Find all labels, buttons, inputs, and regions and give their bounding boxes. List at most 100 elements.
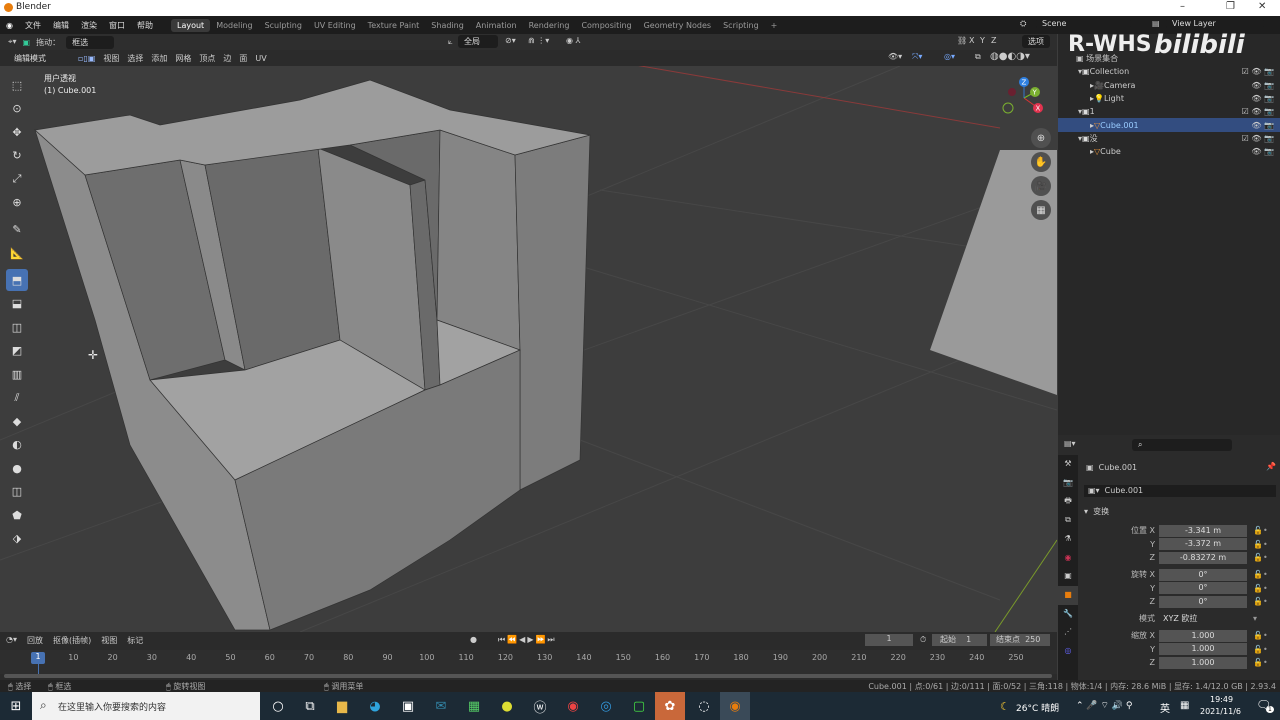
timeline-editor-icon[interactable]: ◔▾ (6, 635, 17, 646)
gizmo-y[interactable]: Y (1032, 89, 1038, 97)
tool-spin-icon[interactable]: ◐ (6, 434, 28, 456)
menu-render[interactable]: 渲染 (75, 20, 103, 31)
lock-icon[interactable]: 🔓• (1253, 658, 1268, 667)
zoom-icon[interactable]: ⊕ (1031, 128, 1051, 148)
windows-start-icon[interactable]: ⊞ (4, 694, 28, 718)
visibility-toggle-icon[interactable]: 👁 📷 (1251, 81, 1274, 90)
app-icon-2[interactable]: ◎ (594, 694, 618, 718)
mirror-y[interactable]: Y (980, 36, 985, 45)
transform-orientation-select[interactable]: 全局 (458, 35, 498, 48)
lock-icon[interactable]: 🔓• (1253, 645, 1268, 654)
scene-selector[interactable]: Scene (1036, 18, 1131, 29)
wps-icon[interactable]: ⓦ (528, 694, 552, 718)
physics-tab-icon[interactable]: ◎ (1058, 642, 1078, 661)
pivot-icon[interactable]: ⊘▾ (505, 36, 516, 45)
tool-scale-icon[interactable]: ⤢ (6, 168, 28, 190)
outliner-item[interactable]: ▸ ▽ Cube.001 👁 📷 (1058, 118, 1280, 132)
particles-tab-icon[interactable]: ⋰ (1058, 623, 1078, 642)
tab-scripting[interactable]: Scripting (717, 19, 765, 32)
outliner-item[interactable]: ▸ 💡 Light 👁 📷 (1058, 92, 1280, 105)
tool-rotate-icon[interactable]: ↻ (6, 145, 28, 167)
editor-type-icon[interactable]: ⌖▾ (8, 37, 17, 47)
world-tab-icon[interactable]: ◉ (1058, 549, 1078, 568)
tool-shrink-fatten-icon[interactable]: ◫ (6, 481, 28, 503)
clock-time[interactable]: 19:49 (1210, 695, 1233, 704)
stopwatch-icon[interactable]: ⏱ (920, 635, 926, 645)
close-button[interactable]: ✕ (1258, 1, 1266, 12)
tab-modeling[interactable]: Modeling (210, 19, 258, 32)
tool-poly-build-icon[interactable]: ◆ (6, 410, 28, 432)
drag-select[interactable]: 框选 (66, 35, 115, 49)
menu-keying[interactable]: 抠像(插帧) (53, 635, 91, 646)
tool-rip-icon[interactable]: ⬗ (6, 528, 28, 550)
timeline-scrollbar[interactable] (4, 674, 1052, 678)
menu-face[interactable]: 面 (239, 53, 247, 64)
output-tab-icon[interactable]: 🖶 (1058, 492, 1078, 511)
menu-view[interactable]: 视图 (101, 635, 117, 646)
rotation-y-field[interactable]: 0° (1159, 582, 1247, 594)
visibility-toggle-icon[interactable]: ☑ 👁 📷 (1242, 107, 1274, 116)
menu-window[interactable]: 窗口 (103, 20, 131, 31)
collection-tab-icon[interactable]: ▣ (1058, 567, 1078, 586)
outliner-item[interactable]: ▾ ▣ 1 ☑ 👁 📷 (1058, 105, 1280, 118)
app-icon[interactable]: ▦ (462, 694, 486, 718)
tab-sculpting[interactable]: Sculpting (259, 19, 308, 32)
minimize-button[interactable]: – (1180, 1, 1185, 12)
perspective-grid-icon[interactable]: ▦ (1031, 200, 1051, 220)
scale-z-field[interactable]: 1.000 (1159, 656, 1247, 669)
lock-icon[interactable]: 🔓• (1253, 597, 1268, 606)
lock-icon[interactable]: 🔓• (1253, 553, 1268, 562)
obs-icon[interactable]: ◌ (692, 694, 716, 718)
scene-tab-icon[interactable]: ⚗ (1058, 530, 1078, 549)
transform-panel-header[interactable]: ▾ 变换 (1084, 506, 1109, 517)
menu-edge[interactable]: 边 (223, 53, 231, 64)
menu-help[interactable]: 帮助 (131, 20, 159, 31)
add-workspace-button[interactable]: + (765, 19, 784, 32)
cortana-icon[interactable]: ○ (266, 694, 290, 718)
lock-icon[interactable]: 🔓• (1253, 631, 1268, 640)
visibility-toggle-icon[interactable]: 👁 📷 (1251, 121, 1274, 130)
menu-playback[interactable]: 回放 (27, 635, 43, 646)
options-dropdown[interactable]: 选项 (1022, 35, 1050, 48)
menu-mesh[interactable]: 网格 (175, 53, 191, 64)
location-x-field[interactable]: -3.341 m (1159, 524, 1247, 537)
outliner-item[interactable]: ▾ ▣ 没 ☑ 👁 📷 (1058, 132, 1280, 145)
object-tab-icon[interactable]: ■ (1058, 585, 1078, 605)
clock-date[interactable]: 2021/11/6 (1200, 707, 1241, 716)
file-explorer-icon[interactable]: ▆ (330, 694, 354, 718)
3d-viewport[interactable] (0, 66, 1057, 632)
editor-type-icon[interactable]: ▤▾ (1064, 439, 1076, 448)
object-name-field[interactable]: ▣▾ Cube.001 (1084, 485, 1276, 497)
task-view-icon[interactable]: ⧉ (298, 694, 322, 718)
menu-view[interactable]: 视图 (103, 53, 119, 64)
blender-taskbar-icon[interactable]: ◉ (720, 692, 750, 720)
start-frame-field[interactable]: 起始 1 (932, 634, 987, 646)
tool-smooth-icon[interactable]: ● (6, 457, 28, 479)
shading-modes-icon[interactable]: ◍●◐◑▾ (990, 51, 1030, 62)
tab-compositing[interactable]: Compositing (575, 19, 637, 32)
tool-inset-icon[interactable]: ◫ (6, 316, 28, 338)
tab-geometry-nodes[interactable]: Geometry Nodes (638, 19, 717, 32)
location-z-field[interactable]: -0.83272 m (1159, 551, 1247, 564)
visibility-toggle-icon[interactable]: 👁 📷 (1251, 94, 1274, 103)
tab-texture-paint[interactable]: Texture Paint (362, 19, 426, 32)
taskbar-search-input[interactable]: ⌕ 在这里输入你要搜索的内容 (32, 692, 260, 720)
tool-annotate-icon[interactable]: ✎ (6, 219, 28, 241)
mail-icon[interactable]: ✉ (429, 694, 453, 718)
rotation-x-field[interactable]: 0° (1159, 568, 1247, 581)
location-y-field[interactable]: -3.372 m (1159, 538, 1247, 550)
modifier-tab-icon[interactable]: 🔧 (1058, 605, 1078, 624)
pin-icon[interactable]: 📌 (1266, 462, 1276, 471)
visibility-toggle-icon[interactable]: ☑ 👁 📷 (1242, 134, 1274, 143)
outliner-item[interactable]: ▸ 🎥 Camera 👁 📷 (1058, 79, 1280, 92)
current-frame-field[interactable]: 1 (865, 634, 913, 646)
lock-icon[interactable]: 🔓• (1253, 584, 1268, 593)
tab-shading[interactable]: Shading (425, 19, 470, 32)
mode-select[interactable]: 编辑模式 (8, 51, 70, 65)
edge-icon[interactable]: ◕ (363, 694, 387, 718)
tool-loop-cut-icon[interactable]: ▥ (6, 363, 28, 385)
visibility-icon[interactable]: 👁▾ (888, 52, 902, 61)
gizmo-x[interactable]: X (1036, 105, 1041, 113)
pan-hand-icon[interactable]: ✋ (1031, 152, 1051, 172)
playhead[interactable]: 1 (31, 652, 45, 664)
